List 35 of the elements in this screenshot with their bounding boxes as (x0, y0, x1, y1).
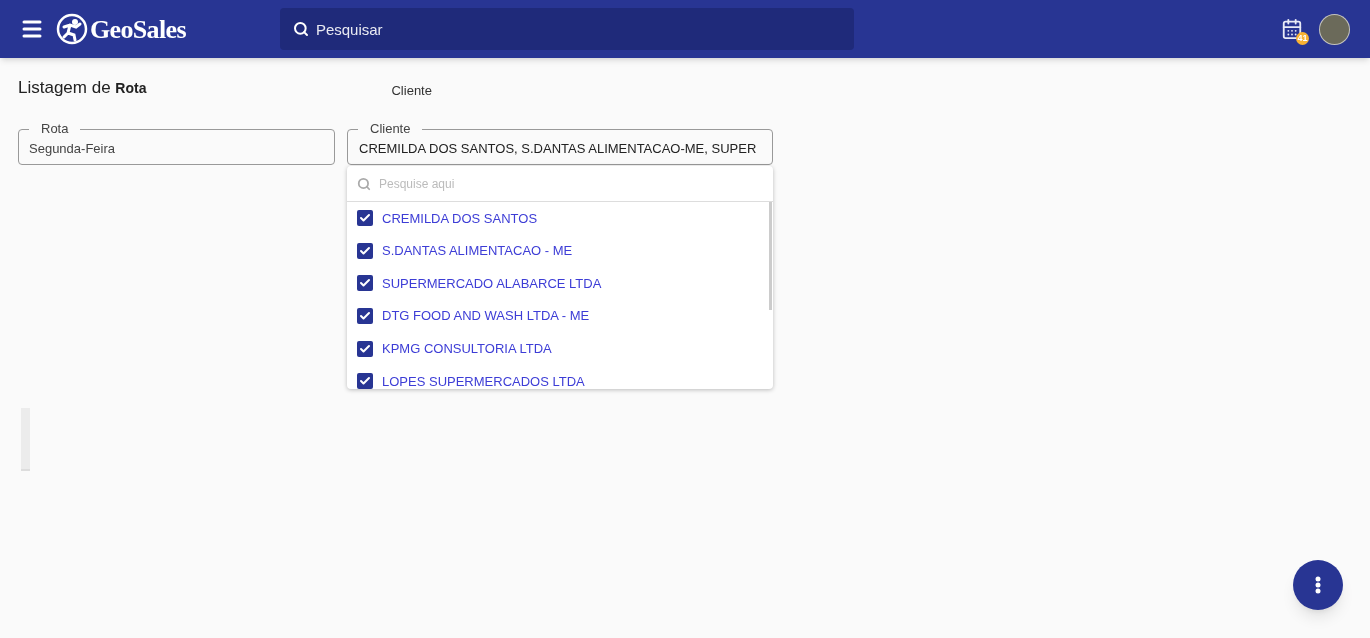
checkbox[interactable] (357, 242, 373, 259)
checkbox[interactable] (357, 340, 373, 357)
field-label: Rota (29, 121, 81, 135)
field-value: Segunda-Feira (29, 139, 115, 158)
check-icon (359, 277, 371, 290)
brand-name: GeoSales (90, 13, 186, 46)
runner-logo-icon (56, 13, 88, 45)
calendar-badge: 41 (1296, 32, 1309, 45)
client-option[interactable]: S.DANTAS ALIMENTACAO - ME (347, 234, 773, 268)
client-option[interactable]: KPMG CONSULTORIA LTDA (347, 332, 773, 365)
check-icon (359, 375, 371, 388)
search-icon (357, 176, 371, 191)
field-value: CREMILDA DOS SANTOS, S.DANTAS ALIMENTACAO-ME, SUPER (359, 139, 757, 158)
scroll-strip (21, 407, 30, 471)
client-option[interactable]: LOPES SUPERMERCADOS LTDA (347, 364, 773, 389)
check-icon (359, 212, 371, 225)
more-icon (1315, 576, 1321, 594)
field-label: Cliente (391, 82, 432, 100)
check-icon (359, 310, 371, 323)
more-button[interactable] (1293, 560, 1343, 610)
field-label: Cliente (358, 121, 423, 135)
client-option[interactable]: DTG FOOD AND WASH LTDA - ME (347, 299, 773, 333)
avatar[interactable] (1319, 13, 1350, 45)
checkbox[interactable] (357, 275, 373, 292)
search-field[interactable]: Pesquisar (279, 8, 854, 50)
dropdown-search-input[interactable]: Pesquise aqui (379, 174, 763, 193)
checkbox[interactable] (357, 210, 373, 227)
checkbox[interactable] (357, 308, 373, 325)
checkbox[interactable] (357, 373, 373, 389)
client-option[interactable]: CREMILDA DOS SANTOS (347, 202, 773, 235)
check-icon (359, 244, 371, 257)
check-icon (359, 342, 371, 355)
page-title: Listagem de Rota (18, 77, 147, 99)
client-option[interactable]: SUPERMERCADO ALABARCE LTDA (347, 267, 773, 300)
search-icon (292, 21, 309, 37)
